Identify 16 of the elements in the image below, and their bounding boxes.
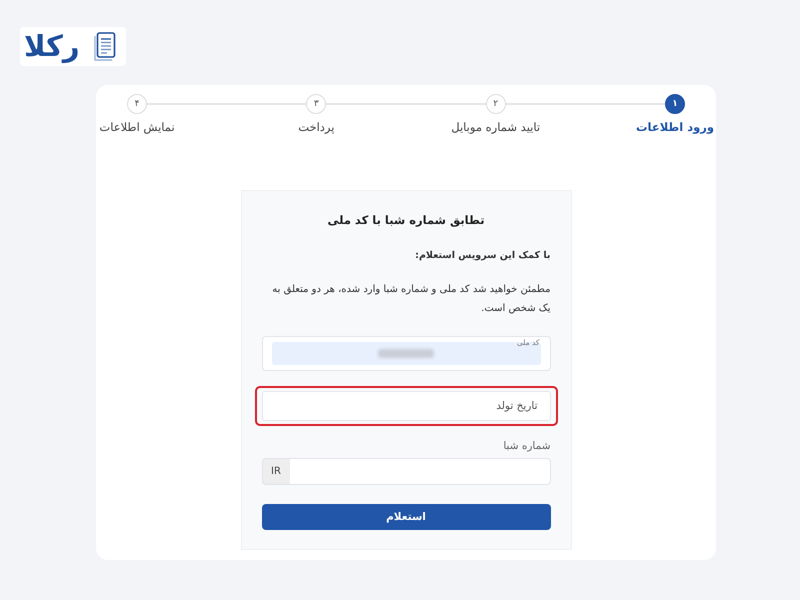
- step-number[interactable]: ۲: [486, 94, 506, 114]
- step-number[interactable]: ۴: [127, 94, 148, 114]
- step-number[interactable]: ۱: [665, 94, 685, 114]
- step-label: نمایش اطلاعات: [99, 120, 175, 134]
- logo-link[interactable]: رکلا: [20, 27, 126, 66]
- step-label: تایید شماره موبایل: [451, 120, 540, 134]
- step-number[interactable]: ۳: [306, 94, 326, 114]
- birth-date-field[interactable]: تاریخ تولد: [262, 391, 550, 421]
- description-text: مطمئن خواهید شد کد ملی و شماره شبا وارد شده، هر دو متعلق به یک شخص است.: [271, 283, 550, 316]
- step-label: ورود اطلاعات: [636, 120, 714, 134]
- step-label: پرداخت: [298, 120, 334, 134]
- sheba-label: شماره شبا: [502, 440, 550, 452]
- form-title: تطابق شماره شبا با کد ملی: [326, 213, 486, 227]
- document-icon: [92, 32, 116, 62]
- inquiry-button[interactable]: استعلام: [262, 504, 550, 530]
- intro-text: با کمک این سرویس استعلام:: [414, 250, 550, 261]
